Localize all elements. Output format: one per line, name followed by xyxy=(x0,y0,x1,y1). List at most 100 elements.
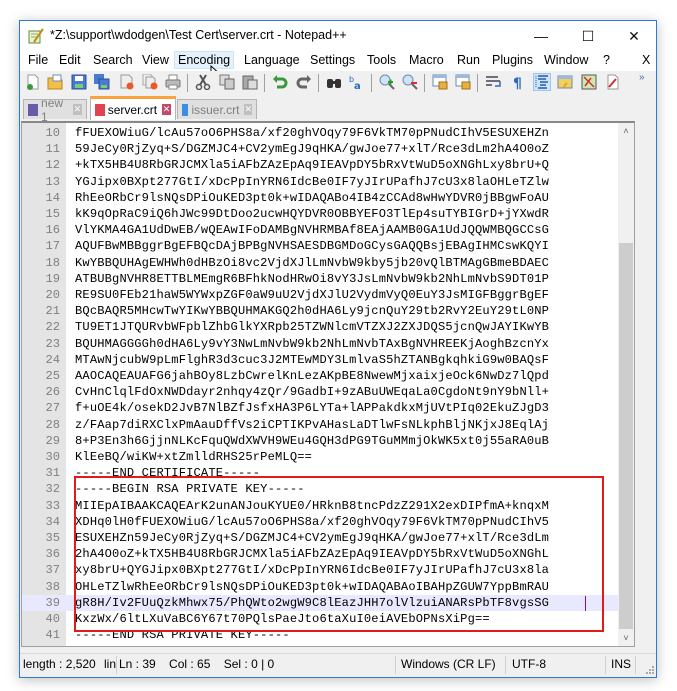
line-text[interactable]: BQcBAQR5MHcwTwYIKwYBBQUHMAKGQ2h0dHA6Ly9j… xyxy=(75,303,549,319)
code-line[interactable]: 34 XDHq0lH0fFUEXOWiuG/lcAu57oO6PHS8a/xf20… xyxy=(22,514,622,530)
code-line[interactable]: 37 xy8brU+QYGJipx0BXpt277GtI/xDcPpInYRN6I… xyxy=(22,562,622,578)
code-line[interactable]: 31 -----END CERTIFICATE----- xyxy=(22,465,622,481)
code-line[interactable]: 32 -----BEGIN RSA PRIVATE KEY----- xyxy=(22,481,622,497)
code-line[interactable]: 41 -----END RSA PRIVATE KEY----- xyxy=(22,627,622,643)
cut-icon[interactable] xyxy=(195,74,211,90)
line-text[interactable]: OHLeTZlwRhEeORbCr9lsNQsDPiOuKED3pt0k+wID… xyxy=(75,579,549,595)
code-line[interactable]: 20 RE9SU0FEb21haW5WYWxpZGF0aW9uU2VjdXJlU2… xyxy=(22,287,622,303)
code-line[interactable]: 22 TU9ET1JTQURvbWFpblZhbGlkYXRpb25TZWNlcm… xyxy=(22,319,622,335)
code-line[interactable]: 33 MIIEpAIBAAKCAQEArK2unANJouKYUE0/HRknB8… xyxy=(22,498,622,514)
menu-search[interactable]: Search xyxy=(90,52,136,68)
line-text[interactable]: gR8H/Iv2FUuQzkMhwx75/PhQWto2wgW9C8lEazJH… xyxy=(75,595,549,611)
line-text[interactable]: 2hA4O0oZ+kTX5HB4U8RbGRJCMXla5iAFbZAzEpAq… xyxy=(75,546,549,562)
code-line[interactable]: 10 fFUEXOWiuG/lcAu57oO6PHS8a/xf20ghVOqy79… xyxy=(22,125,622,141)
line-text[interactable]: MTAwNjcubW9pLmFlghR3d3cuc3J2MTEwMDY3Lmlv… xyxy=(75,352,549,368)
close-all-icon[interactable] xyxy=(142,74,158,90)
code-line[interactable]: 23 BQUHMAGGGGh0dHA6Ly9vY3NwLmNvbW9kb2NhLm… xyxy=(22,336,622,352)
paste-icon[interactable] xyxy=(242,74,258,90)
document-map-icon[interactable] xyxy=(557,74,573,90)
zoom-in-icon[interactable] xyxy=(379,74,395,90)
tab-server-crt[interactable]: server.crt ✕ xyxy=(90,96,176,120)
line-text[interactable]: +kTX5HB4U8RbGRJCMXla5iAFbZAzEpAq9IEAVpDY… xyxy=(75,157,549,173)
code-line[interactable]: 21 BQcBAQR5MHcwTwYIKwYBBQUHMAKGQ2h0dHA6Ly… xyxy=(22,303,622,319)
title-bar[interactable]: *Z:\support\wdodgen\Test Cert\server.crt… xyxy=(20,21,656,51)
line-text[interactable]: z/FAap7diRXClxPmAauDffVs2iCPTIKPvAHasLaD… xyxy=(75,417,549,433)
line-text[interactable]: ESUXEHZn59JeCy0RjZyq+S/DGZMJC4+CV2ymEgJ9… xyxy=(75,530,549,546)
sync-horizontal-scroll-icon[interactable] xyxy=(455,74,471,90)
line-text[interactable]: -----BEGIN RSA PRIVATE KEY----- xyxy=(75,481,305,497)
code-line[interactable]: 35 ESUXEHZn59JeCy0RjZyq+S/DGZMJC4+CV2ymEg… xyxy=(22,530,622,546)
print-icon[interactable] xyxy=(165,74,181,90)
close-document-button[interactable]: X xyxy=(639,52,653,68)
menu-edit[interactable]: Edit xyxy=(56,52,84,68)
status-insert-mode[interactable]: INS xyxy=(611,657,631,671)
code-line[interactable]: 28 z/FAap7diRXClxPmAauDffVs2iCPTIKPvAHasL… xyxy=(22,417,622,433)
code-line[interactable]: 39 gR8H/Iv2FUuQzkMhwx75/PhQWto2wgW9C8lEaz… xyxy=(22,594,622,611)
code-line[interactable]: 13 YGJipx0BXpt277GtI/xDcPpInYRN6IdcBe0IF7… xyxy=(22,174,622,190)
line-text[interactable]: RE9SU0FEb21haW5WYWxpZGF0aW9uU2VjdXJlU2Vy… xyxy=(75,287,549,303)
resize-grip-icon[interactable] xyxy=(644,664,654,674)
undo-icon[interactable] xyxy=(272,74,288,90)
line-text[interactable]: RhEeORbCr9lsNQsDPiOuKED3pt0k+wIDAQABo4IB… xyxy=(75,190,549,206)
line-text[interactable]: f+uOE4k/osekD2JvB7NlBZfJsfxHA3P6LYTa+lAP… xyxy=(75,400,549,416)
code-line[interactable]: 36 2hA4O0oZ+kTX5HB4U8RbGRJCMXla5iAFbZAzEp… xyxy=(22,546,622,562)
tab-close-icon[interactable]: ✕ xyxy=(162,104,171,115)
line-text[interactable]: AAOCAQEAUAFG6jahBOy8LzbCwrelKnLezAKpBE8N… xyxy=(75,368,549,384)
new-file-icon[interactable] xyxy=(25,74,41,90)
code-line[interactable]: 25 AAOCAQEAUAFG6jahBOy8LzbCwrelKnLezAKpBE… xyxy=(22,368,622,384)
line-text[interactable]: MIIEpAIBAAKCAQEArK2unANJouKYUE0/HRknB8tn… xyxy=(75,498,549,514)
menu-window[interactable]: Window xyxy=(541,52,591,68)
code-line[interactable]: 38 OHLeTZlwRhEeORbCr9lsNQsDPiOuKED3pt0k+w… xyxy=(22,579,622,595)
code-line[interactable]: 24 MTAwNjcubW9pLmFlghR3d3cuc3J2MTEwMDY3Lm… xyxy=(22,352,622,368)
code-line[interactable]: 19 ATBUBgNVHR8ETTBLMEmgR6BFhkNodHRwOi8vY3… xyxy=(22,271,622,287)
tab-issuer-crt[interactable]: issuer.crt ✕ xyxy=(177,99,257,119)
menu-encoding[interactable]: Encoding xyxy=(174,51,235,69)
vertical-scrollbar[interactable]: ˄ ˅ xyxy=(618,123,634,646)
menu-help[interactable]: ? xyxy=(600,52,613,68)
function-list-icon[interactable] xyxy=(581,74,597,90)
close-window-button[interactable]: ✕ xyxy=(611,21,657,51)
code-line[interactable]: 40 KxzWx/6ltLXuVaBC6Y67t70PQlsPaeJto6taXu… xyxy=(22,611,622,627)
replace-icon[interactable]: ba xyxy=(349,74,365,90)
code-line[interactable]: 18 KwYBBQUHAgEWHWh0dHBzOi8vc2VjdXJlLmNvbW… xyxy=(22,255,622,271)
open-file-icon[interactable] xyxy=(47,74,63,90)
tab-close-icon[interactable]: ✕ xyxy=(244,104,252,115)
code-line[interactable]: 14 RhEeORbCr9lsNQsDPiOuKED3pt0k+wIDAQABo4… xyxy=(22,190,622,206)
menu-view[interactable]: View xyxy=(139,52,172,68)
code-line[interactable]: 30 KlEeBQ/wiKW+xtZmlldRHS25rPeMLQ== xyxy=(22,449,622,465)
status-encoding[interactable]: UTF-8 xyxy=(512,657,546,671)
line-text[interactable]: KlEeBQ/wiKW+xtZmlldRHS25rPeMLQ== xyxy=(75,449,312,465)
code-line[interactable]: 15 kK9qOpRaC9iQ6hJWc99DtDoo2ucwHQYDVR0OBB… xyxy=(22,206,622,222)
line-text[interactable]: XDHq0lH0fFUEXOWiuG/lcAu57oO6PHS8a/xf20gh… xyxy=(75,514,549,530)
code-line[interactable]: 27 f+uOE4k/osekD2JvB7NlBZfJsfxHA3P6LYTa+l… xyxy=(22,400,622,416)
code-line[interactable]: 12 +kTX5HB4U8RbGRJCMXla5iAFbZAzEpAq9IEAVp… xyxy=(22,157,622,173)
close-file-icon[interactable] xyxy=(119,74,135,90)
redo-icon[interactable] xyxy=(296,74,312,90)
scroll-up-arrow-icon[interactable]: ˄ xyxy=(618,123,634,139)
save-icon[interactable] xyxy=(71,74,87,90)
line-text[interactable]: TU9ET1JTQURvbWFpblZhbGlkYXRpb25TZWNlcmVT… xyxy=(75,319,549,335)
line-text[interactable]: AQUFBwMBBggrBgEFBQcDAjBPBgNVHSAESDBGMDoG… xyxy=(75,238,549,254)
line-text[interactable]: KxzWx/6ltLXuVaBC6Y67t70PQlsPaeJto6taXuI0… xyxy=(75,611,490,627)
save-all-icon[interactable] xyxy=(94,74,110,90)
menu-macro[interactable]: Macro xyxy=(406,52,447,68)
code-line[interactable]: 17 AQUFBwMBBggrBgEFBQcDAjBPBgNVHSAESDBGMD… xyxy=(22,238,622,254)
tab-new-1[interactable]: new 1 ✕ xyxy=(23,96,87,124)
menu-plugins[interactable]: Plugins xyxy=(489,52,536,68)
word-wrap-icon[interactable] xyxy=(485,74,501,90)
code-line[interactable]: 26 CvHnClqlFdOxNWDdayr2nhqy4zQr/9GadbI+9z… xyxy=(22,384,622,400)
line-text[interactable]: 8+P3En3h6GjjnNLKcFquQWdXWVH9WEu4GQH3dPG9… xyxy=(75,433,549,449)
line-text[interactable]: BQUHMAGGGGh0dHA6Ly9vY3NwLmNvbW9kb2NhLmNv… xyxy=(75,336,549,352)
menu-tools[interactable]: Tools xyxy=(364,52,399,68)
line-text[interactable]: KwYBBQUHAgEWHWh0dHBzOi8vc2VjdXJlLmNvbW9k… xyxy=(75,255,549,271)
line-text[interactable]: fFUEXOWiuG/lcAu57oO6PHS8a/xf20ghVOqy79F6… xyxy=(75,125,549,141)
status-eol-format[interactable]: Windows (CR LF) xyxy=(401,657,496,671)
maximize-button[interactable]: ☐ xyxy=(565,21,611,51)
menu-file[interactable]: File xyxy=(25,52,51,68)
line-text[interactable]: VlYKMA4GA1UdDwEB/wQEAwIFoDAMBgNVHRMBAf8E… xyxy=(75,222,549,238)
line-text[interactable]: CvHnClqlFdOxNWDdayr2nhqy4zQr/9GadbI+9zAB… xyxy=(75,384,549,400)
toolbar-overflow-button[interactable]: » xyxy=(639,72,645,83)
line-text[interactable]: kK9qOpRaC9iQ6hJWc99DtDoo2ucwHQYDVR0OBBYE… xyxy=(75,206,549,222)
code-line[interactable]: 29 8+P3En3h6GjjnNLKcFquQWdXWVH9WEu4GQH3dP… xyxy=(22,433,622,449)
menu-settings[interactable]: Settings xyxy=(307,52,358,68)
